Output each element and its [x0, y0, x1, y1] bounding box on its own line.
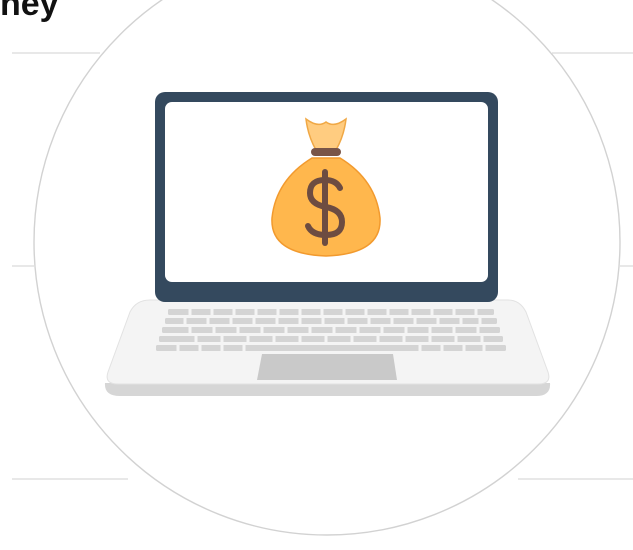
illustration-stage: ney: [0, 0, 633, 550]
money-bag-tie: [311, 148, 341, 156]
laptop-money-illustration: [12, 0, 633, 536]
laptop-base-edge: [104, 383, 551, 396]
trackpad: [257, 354, 397, 380]
